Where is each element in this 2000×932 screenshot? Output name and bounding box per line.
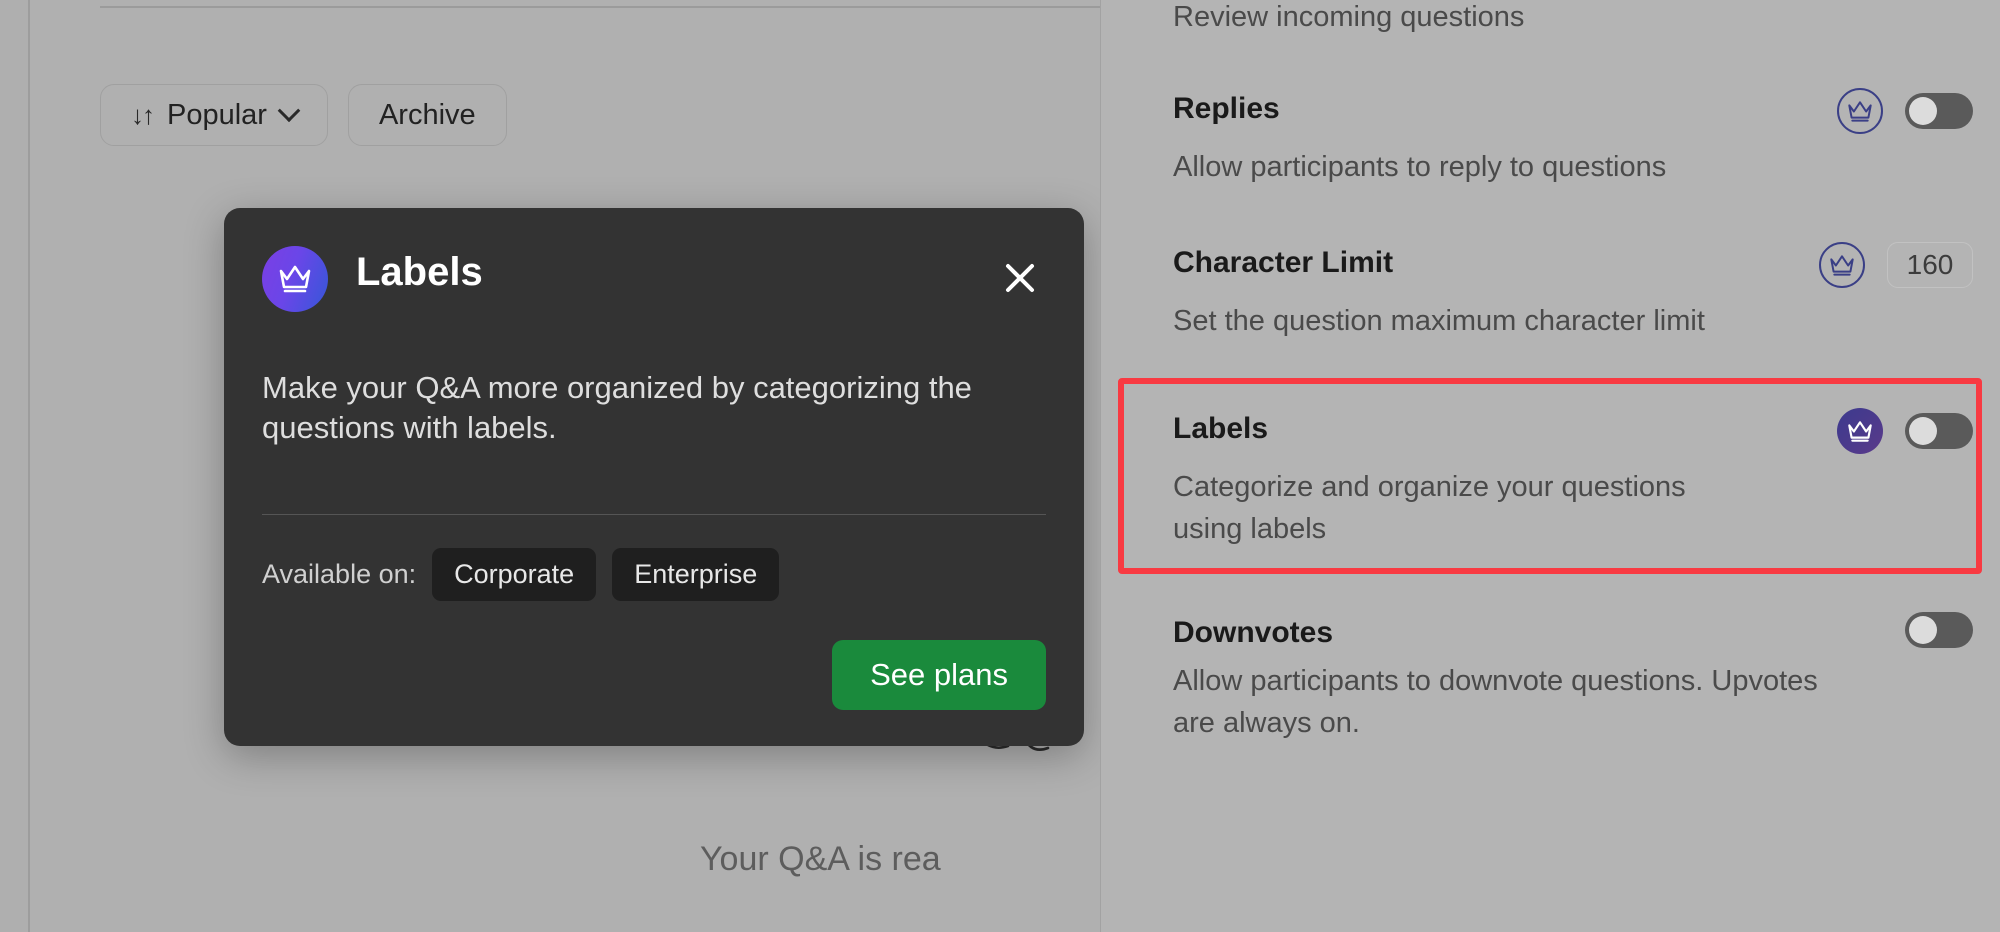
replies-toggle[interactable] — [1905, 93, 1973, 129]
settings-row-moderation: Review incoming questions — [1173, 0, 1973, 38]
character-limit-desc: Set the question maximum character limit — [1173, 305, 1705, 337]
downvotes-title: Downvotes — [1173, 616, 1334, 649]
settings-row-replies: Replies Allow participants to reply to q… — [1173, 88, 1973, 188]
close-icon[interactable] — [994, 252, 1046, 304]
plan-chip-corporate[interactable]: Corporate — [432, 548, 597, 601]
labels-toggle[interactable] — [1905, 413, 1973, 449]
replies-desc: Allow participants to reply to questions — [1173, 151, 1667, 183]
see-plans-button[interactable]: See plans — [832, 640, 1046, 710]
archive-label: Archive — [378, 98, 476, 131]
screen-root: ↓↑ Popular Archive Your Q&A is rea Label… — [0, 0, 2000, 932]
labels-desc: Categorize and organize your questions u… — [1173, 471, 1686, 546]
content-toolbar: ↓↑ Popular Archive — [100, 84, 507, 146]
downvotes-desc: Allow participants to downvote questions… — [1173, 665, 1818, 740]
archive-button[interactable]: Archive — [347, 84, 507, 146]
sort-popular-button[interactable]: ↓↑ Popular — [100, 84, 328, 146]
crown-outline-icon-character-limit[interactable] — [1819, 242, 1865, 288]
crown-filled-icon-labels[interactable] — [1837, 408, 1883, 454]
plan-chip-enterprise[interactable]: Enterprise — [612, 548, 780, 601]
settings-panel: Review incoming questions Replies Allow … — [1100, 0, 2000, 932]
dialog-header: Labels — [262, 246, 1046, 312]
empty-state-text: Your Q&A is rea — [700, 840, 941, 878]
top-divider — [100, 6, 1100, 8]
dialog-body-text: Make your Q&A more organized by categori… — [262, 370, 972, 445]
sort-popular-label: Popular — [167, 98, 267, 131]
settings-row-character-limit: Character Limit 160 Set the question max… — [1173, 242, 1973, 342]
left-gutter — [0, 0, 28, 932]
crown-icon — [279, 265, 311, 293]
labels-title: Labels — [1173, 412, 1269, 445]
upgrade-dialog: Labels Make your Q&A more organized by c… — [224, 208, 1084, 746]
settings-row-labels[interactable]: Labels Categorize and organize your ques… — [1173, 408, 1973, 550]
available-on-label: Available on: — [262, 559, 417, 589]
replies-title: Replies — [1173, 92, 1280, 125]
chevron-down-icon — [277, 99, 301, 123]
dialog-title: Labels — [356, 250, 483, 294]
downvotes-toggle[interactable] — [1905, 612, 1973, 648]
settings-row-downvotes: Downvotes Allow participants to downvote… — [1173, 612, 1973, 744]
character-limit-title: Character Limit — [1173, 246, 1394, 279]
dialog-divider — [262, 514, 1046, 515]
moderation-desc: Review incoming questions — [1173, 1, 1525, 33]
crown-avatar — [262, 246, 328, 312]
crown-outline-icon-replies[interactable] — [1837, 88, 1883, 134]
available-plans-row: Available on: Corporate Enterprise — [262, 548, 780, 601]
character-limit-value[interactable]: 160 — [1887, 242, 1973, 288]
sort-icon: ↓↑ — [131, 99, 155, 130]
vertical-divider — [28, 0, 30, 932]
